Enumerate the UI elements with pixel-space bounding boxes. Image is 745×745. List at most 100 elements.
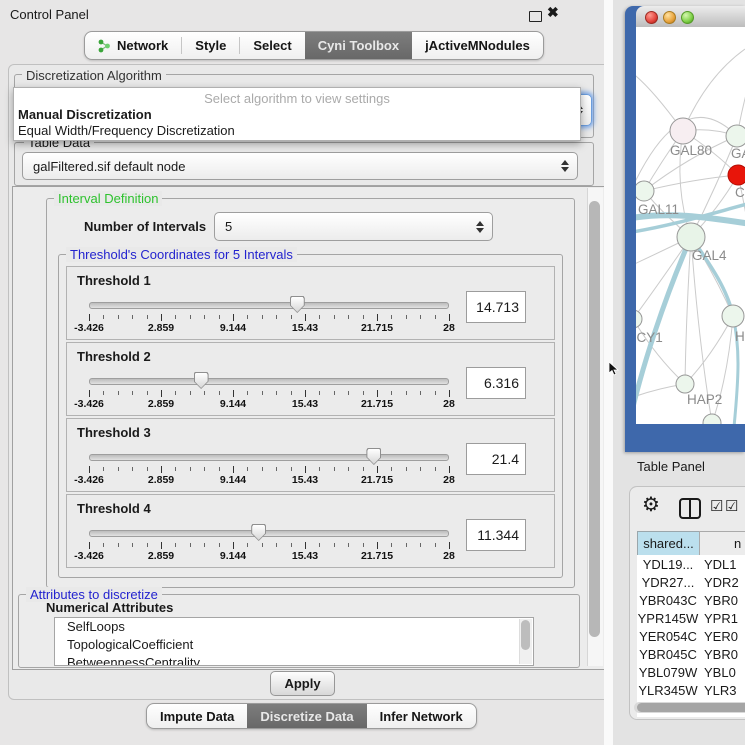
minimize-traffic-light-icon[interactable]	[663, 11, 676, 24]
threshold-2-row: Threshold 2 -3.426 2.859 9.144 15.43 21.…	[66, 342, 555, 416]
checkbox-icon[interactable]: ☑	[725, 497, 738, 515]
zoom-traffic-light-icon[interactable]	[681, 11, 694, 24]
threshold-1-value-field[interactable]: 14.713	[466, 291, 526, 323]
slider-ticks	[89, 314, 449, 322]
tick-label: 28	[443, 398, 455, 410]
number-of-intervals-value: 5	[215, 219, 476, 234]
table-row[interactable]: YPR145WYPR1	[637, 609, 745, 627]
cell[interactable]: YER054C	[637, 629, 699, 644]
network-window-titlebar[interactable]	[636, 6, 745, 28]
menu-item-manual-discretization[interactable]: Manual Discretization	[18, 107, 152, 122]
threshold-4-slider[interactable]	[89, 527, 449, 541]
table-row[interactable]: YBR043CYBR0	[637, 591, 745, 609]
control-panel-tabbar: Network Style Select Cyni Toolbox jActiv…	[84, 31, 544, 60]
cell[interactable]: YBL079W	[637, 665, 699, 680]
tab-jactivemnodules[interactable]: jActiveMNodules	[412, 32, 543, 59]
cell[interactable]: YBR045C	[637, 647, 699, 662]
cell[interactable]: YBR0	[699, 647, 738, 662]
network-canvas[interactable]: GAL80 GA C GAL11 GAL4 GCY1 H HAP2	[636, 27, 745, 424]
slider-thumb[interactable]	[251, 524, 266, 541]
table-row[interactable]: YBL079WYBL0	[637, 663, 745, 681]
threshold-2-value-field[interactable]: 6.316	[466, 367, 526, 399]
float-window-icon[interactable]	[529, 11, 542, 22]
cell[interactable]: YBL0	[699, 665, 736, 680]
cell[interactable]: YDR2	[699, 575, 739, 590]
split-columns-icon[interactable]	[679, 498, 701, 519]
cell[interactable]: YBR043C	[637, 593, 699, 608]
cell[interactable]: YER0	[699, 629, 738, 644]
apply-button[interactable]: Apply	[270, 671, 335, 696]
tick-label: 28	[443, 550, 455, 562]
node-label-c: C	[735, 185, 745, 200]
list-scrollbar-thumb[interactable]	[521, 620, 530, 650]
tab-impute-data[interactable]: Impute Data	[147, 704, 247, 728]
column-header-name[interactable]: n	[699, 531, 745, 556]
table-data-select[interactable]: galFiltered.sif default node	[22, 152, 578, 180]
node-h[interactable]	[722, 305, 744, 327]
tab-style[interactable]: Style	[182, 32, 239, 59]
tick-label: -3.426	[74, 322, 104, 334]
gear-icon[interactable]: ⚙	[642, 492, 660, 517]
tab-discretize-data[interactable]: Discretize Data	[247, 704, 366, 728]
horizontal-scrollbar[interactable]	[634, 702, 745, 713]
slider-track	[89, 454, 449, 461]
tick-label: 9.144	[220, 474, 246, 486]
horizontal-scrollbar-thumb[interactable]	[637, 703, 745, 712]
numerical-attributes-list[interactable]: SelfLoops TopologicalCoefficient Between…	[54, 617, 534, 666]
table-panel-title: Table Panel	[637, 459, 705, 474]
threshold-3-slider[interactable]	[89, 451, 449, 465]
node-gal80[interactable]	[670, 118, 696, 144]
node-ga[interactable]	[726, 125, 745, 147]
cell[interactable]: YPR145W	[637, 611, 699, 626]
cell[interactable]: YDL1	[699, 557, 737, 572]
vertical-scrollbar-thumb[interactable]	[589, 201, 600, 637]
table-row[interactable]: YDL19...YDL1	[637, 555, 745, 573]
slider-thumb[interactable]	[366, 448, 381, 465]
cell[interactable]: YPR1	[699, 611, 738, 626]
threshold-2-label: Threshold 2	[77, 349, 151, 364]
node-label-gal4: GAL4	[692, 248, 727, 263]
number-of-intervals-select[interactable]: 5	[214, 212, 493, 241]
threshold-4-row: Threshold 4 -3.426 2.859 9.144 15.43 21.…	[66, 494, 555, 568]
cell[interactable]: YLR3	[699, 683, 737, 698]
list-item[interactable]: BetweennessCentrality	[55, 654, 533, 666]
threshold-3-row: Threshold 3 -3.426 2.859 9.144 15.43 21.…	[66, 418, 555, 492]
node-hap2[interactable]	[676, 375, 694, 393]
threshold-3-value-field[interactable]: 21.4	[466, 443, 526, 475]
list-scrollbar[interactable]	[519, 619, 532, 664]
column-header-shared[interactable]: shared...	[637, 531, 700, 556]
tab-infer-network[interactable]: Infer Network	[367, 704, 476, 728]
node-gal11[interactable]	[636, 181, 654, 201]
close-icon[interactable]: ✖	[547, 4, 559, 21]
tab-discretize-data-label: Discretize Data	[260, 709, 353, 724]
close-traffic-light-icon[interactable]	[645, 11, 658, 24]
threshold-4-value-field[interactable]: 11.344	[466, 519, 526, 551]
table-row[interactable]: YBR045CYBR0	[637, 645, 745, 663]
cell[interactable]: YBR0	[699, 593, 738, 608]
node-partial[interactable]	[703, 414, 721, 424]
threshold-2-slider[interactable]	[89, 375, 449, 389]
list-item[interactable]: SelfLoops	[55, 618, 533, 636]
table-row[interactable]: YER054CYER0	[637, 627, 745, 645]
node-red-selected[interactable]	[728, 165, 745, 185]
numerical-attributes-label: Numerical Attributes	[46, 600, 173, 615]
node-gcy1[interactable]	[636, 310, 642, 328]
menu-item-equal-width-frequency[interactable]: Equal Width/Frequency Discretization	[18, 123, 235, 138]
list-item[interactable]: TopologicalCoefficient	[55, 636, 533, 654]
table-row[interactable]: YLR345WYLR3	[637, 681, 745, 699]
table-row[interactable]: YDR27...YDR2	[637, 573, 745, 591]
tick-label: 21.715	[361, 550, 393, 562]
threshold-1-slider[interactable]	[89, 299, 449, 313]
cell[interactable]: YLR345W	[637, 683, 699, 698]
tab-cyni-toolbox[interactable]: Cyni Toolbox	[305, 32, 412, 59]
checkbox-icon[interactable]: ☑	[710, 497, 723, 515]
tab-cyni-toolbox-label: Cyni Toolbox	[318, 38, 399, 53]
slider-thumb[interactable]	[290, 296, 305, 313]
tab-network[interactable]: Network	[85, 32, 181, 59]
network-icon	[98, 39, 111, 53]
cell[interactable]: YDL19...	[637, 557, 699, 572]
tab-select[interactable]: Select	[240, 32, 304, 59]
cell[interactable]: YDR27...	[637, 575, 699, 590]
slider-thumb[interactable]	[194, 372, 209, 389]
node-gal4[interactable]	[677, 223, 705, 251]
